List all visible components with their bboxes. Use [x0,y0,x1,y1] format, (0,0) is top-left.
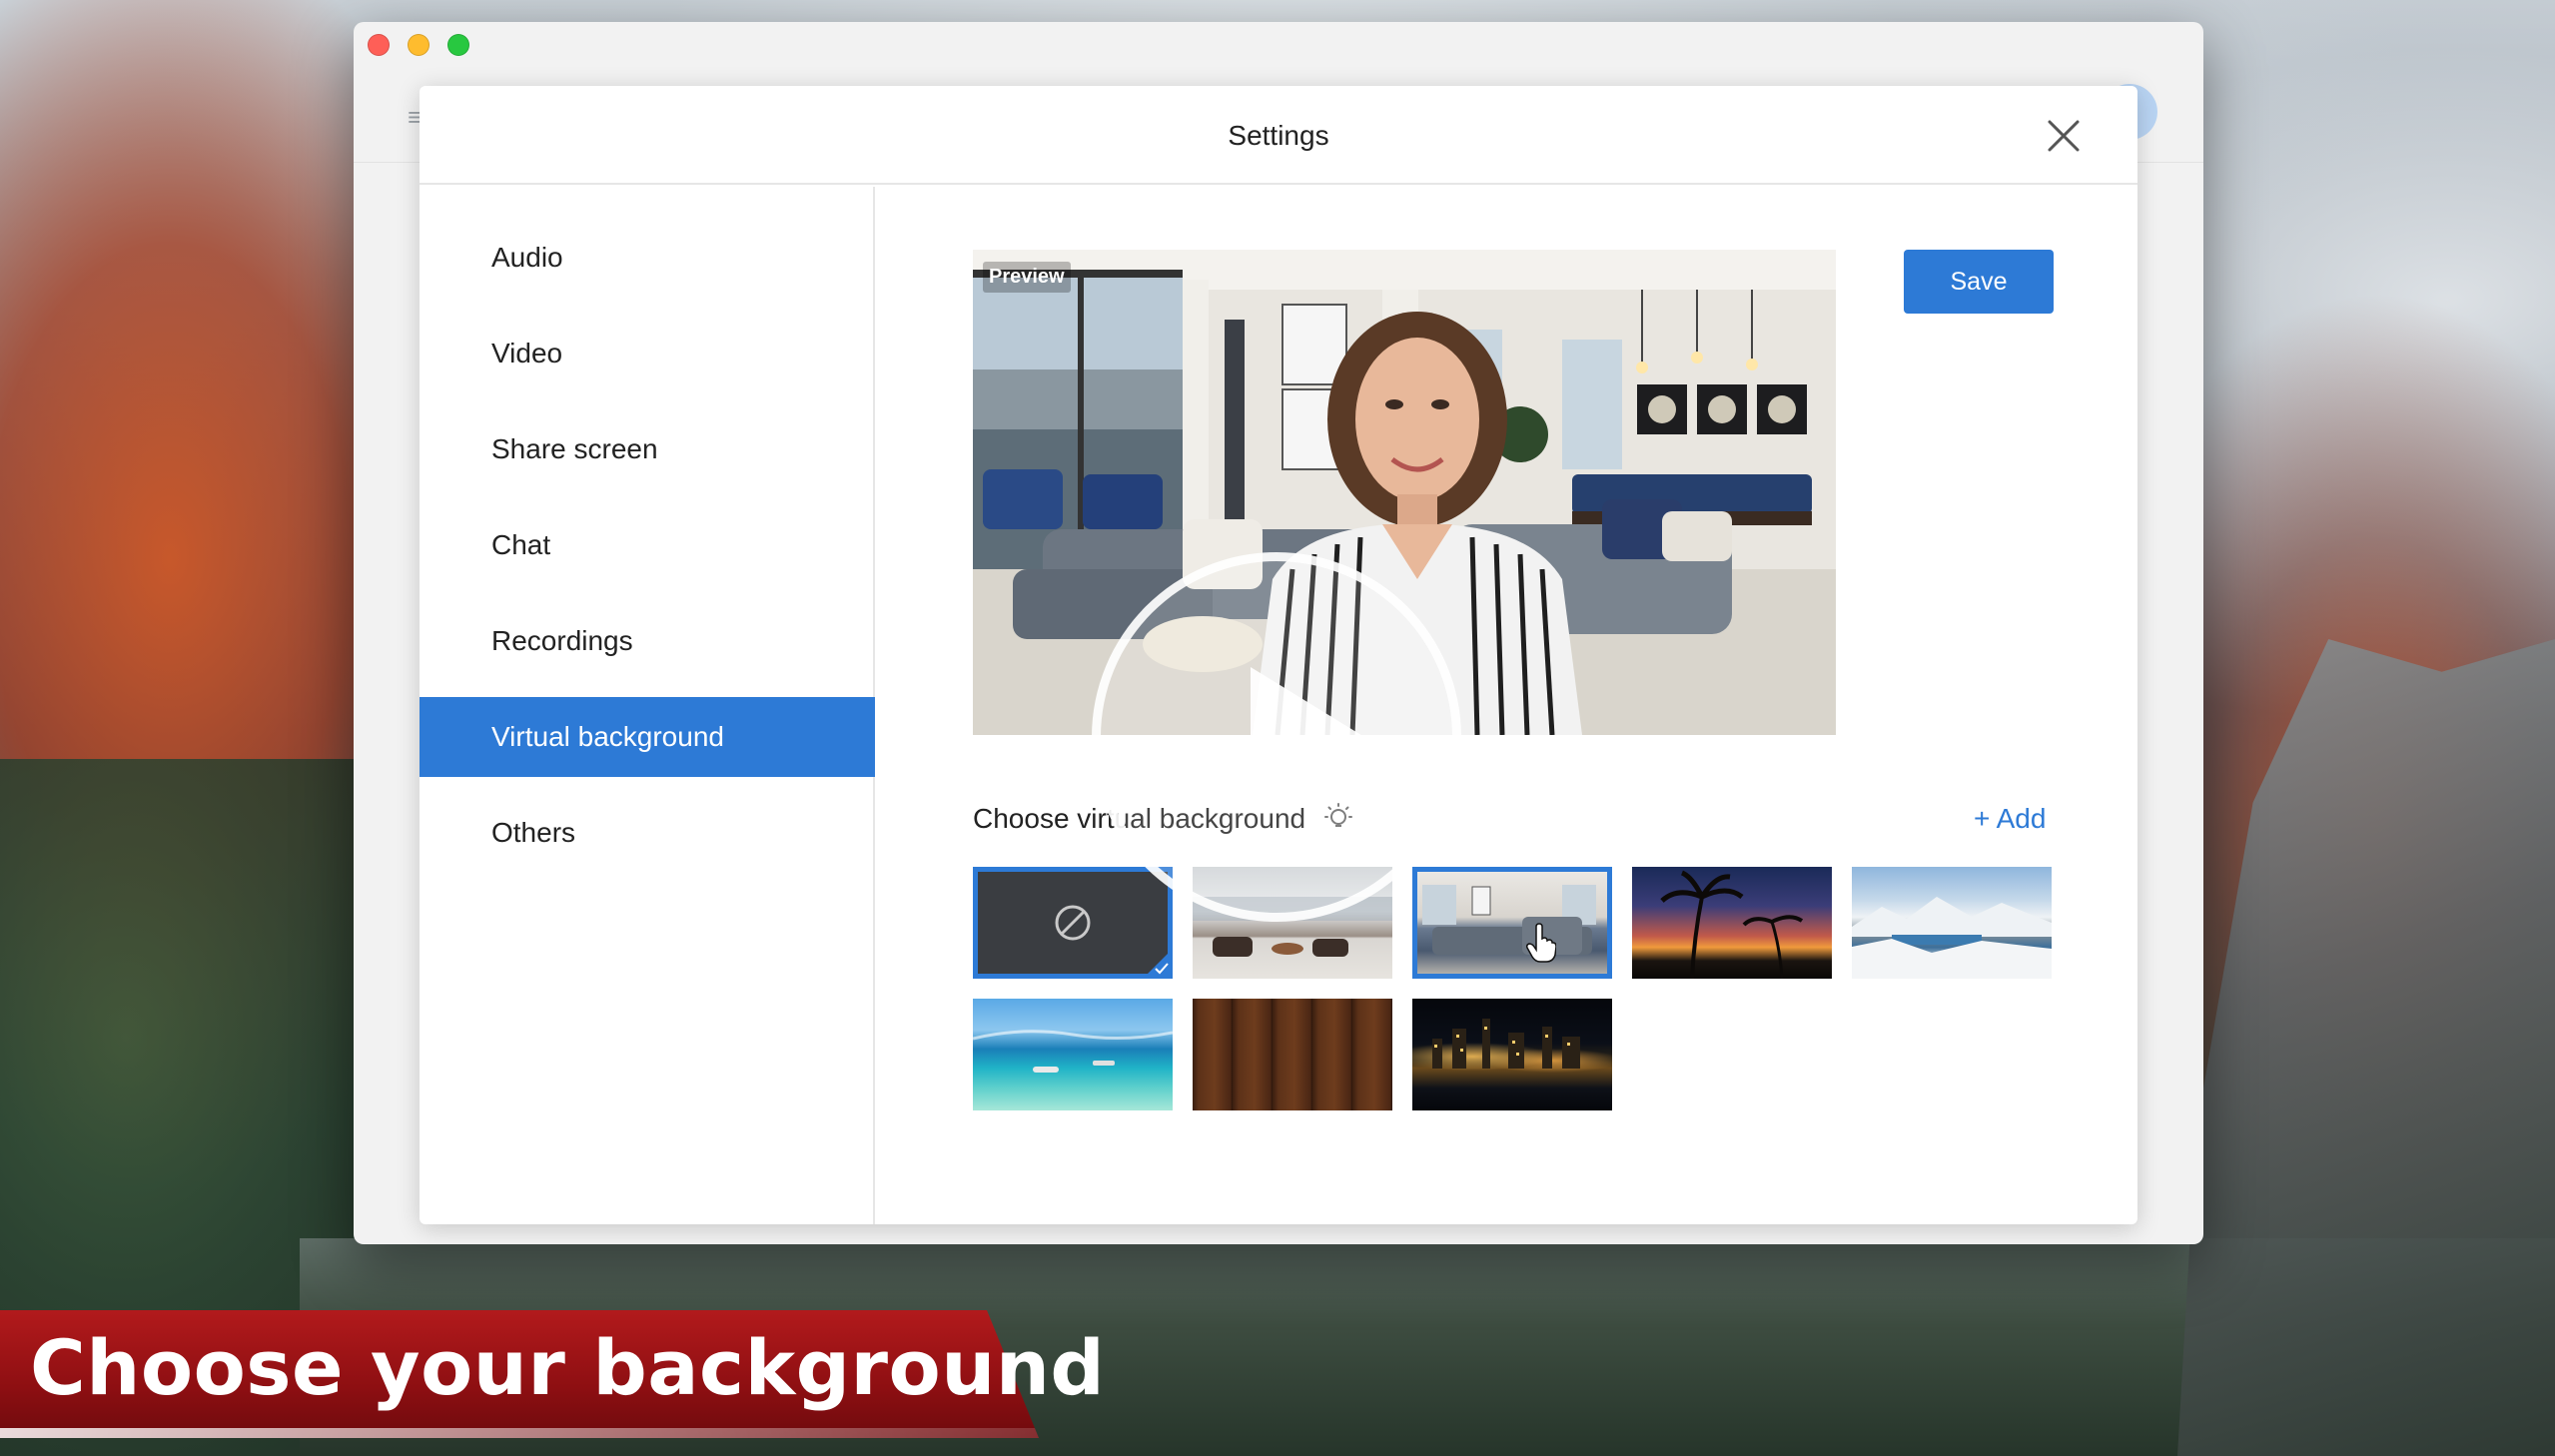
close-icon [2048,120,2080,152]
caption-text: Choose your background [30,1323,1106,1412]
living-scene [1422,885,1596,955]
wallpaper-cliff [2177,639,2555,1456]
beach-scene [973,1030,1173,1073]
background-thumb-modern-living-room[interactable] [1412,867,1612,979]
play-icon [1251,667,1364,807]
hand-pointer-icon [1526,923,1556,963]
mountain-scene [1852,897,2052,979]
close-button[interactable] [2042,114,2086,158]
background-thumb-none[interactable] [973,867,1173,979]
sidebar-item-audio[interactable]: Audio [420,218,875,298]
window-minimize-button[interactable] [408,34,429,56]
background-thumb-tropical-beach[interactable] [973,999,1173,1110]
background-thumb-palm-sunset[interactable] [1632,867,1832,979]
background-thumb-wood-planks[interactable] [1193,999,1392,1110]
sidebar-item-virtual-background[interactable]: Virtual background [420,697,875,777]
add-background-link[interactable]: + Add [1974,799,2046,839]
modal-title: Settings [1228,120,1329,151]
city-scene [1432,1019,1580,1069]
checkmark-icon [1155,963,1169,975]
play-button[interactable] [1092,552,1461,922]
settings-sidebar: Audio Video Share screen Chat Recordings… [420,187,875,1224]
sidebar-item-recordings[interactable]: Recordings [420,601,875,681]
sidebar-item-video[interactable]: Video [420,314,875,393]
no-background-icon [1055,905,1091,941]
sidebar-item-others[interactable]: Others [420,793,875,873]
sunset-scene [1660,870,1804,979]
sidebar-item-share-screen[interactable]: Share screen [420,409,875,489]
sidebar-item-chat[interactable]: Chat [420,505,875,585]
modal-header: Settings [420,86,2137,185]
background-thumb-snowy-mountains[interactable] [1852,867,2052,979]
window-titlebar [354,22,2203,66]
save-button[interactable]: Save [1904,250,2054,314]
window-close-button[interactable] [368,34,390,56]
preview-label: Preview [983,262,1071,293]
window-zoom-button[interactable] [447,34,469,56]
background-thumb-city-night[interactable] [1412,999,1612,1110]
